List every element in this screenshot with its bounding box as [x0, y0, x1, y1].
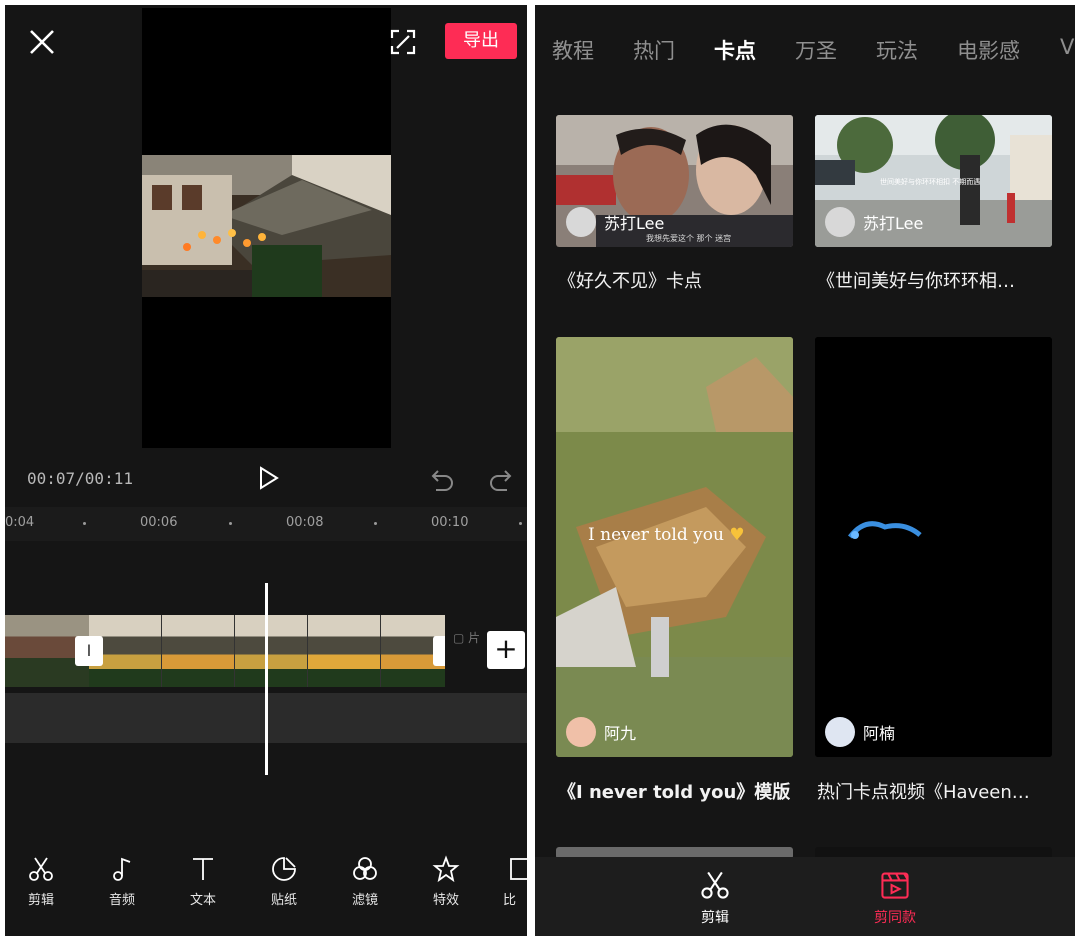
bottom-nav: 剪辑 剪同款 [535, 857, 1075, 936]
clip-trim-handle-left[interactable]: I [75, 636, 103, 666]
undo-icon[interactable] [430, 467, 456, 491]
tool-sticker[interactable]: 贴纸 [254, 855, 314, 908]
clip-trim-handle-right[interactable]: I [433, 636, 445, 666]
redo-icon[interactable] [487, 467, 513, 491]
author-avatar [825, 717, 855, 747]
tab-beat-sync[interactable]: 卡点 [714, 35, 756, 65]
tool-label: 特效 [432, 893, 459, 908]
tool-audio[interactable]: 音频 [92, 855, 152, 908]
play-icon[interactable] [255, 465, 281, 491]
tool-text[interactable]: 文本 [173, 855, 233, 908]
template-title[interactable]: 热门卡点视频《Haveen… [817, 778, 1049, 804]
video-caption: 我想先爱这个 那个 迷宫 [646, 234, 732, 243]
nav-templates[interactable]: 剪同款 [850, 869, 940, 927]
video-editor-panel: 导出 00:07/00:11 0:04 00:06 00:08 00:10 I … [5, 5, 527, 936]
author-name: 阿楠 [863, 724, 896, 743]
export-button[interactable]: 导出 [445, 23, 517, 59]
author-avatar [566, 717, 596, 747]
tool-ratio[interactable]: 比 [495, 855, 527, 908]
add-clip-button[interactable]: + [487, 631, 525, 669]
author-avatar [566, 207, 596, 237]
ruler-tick: 00:10 [431, 515, 469, 530]
category-tabs: 教程 热门 卡点 万圣 玩法 电影感 V [535, 35, 1075, 75]
template-title[interactable]: 《I never told you》模版 [558, 778, 790, 804]
sticker-icon [272, 857, 296, 881]
tool-label: 音频 [108, 893, 135, 908]
tab-cinematic[interactable]: 电影感 [957, 35, 1020, 65]
template-card[interactable]: I never told you ♥ 阿九 [556, 337, 793, 757]
clapperboard-icon [881, 872, 909, 899]
tool-filter[interactable]: 滤镜 [335, 855, 395, 908]
video-caption: 世间美好与你环环相扣 不期而遇 [880, 178, 981, 186]
card-author: 苏打Lee [825, 207, 923, 237]
ruler-tick: 0:04 [5, 515, 35, 530]
end-clip-icon: ▢ [453, 631, 465, 645]
tab-halloween[interactable]: 万圣 [795, 35, 837, 65]
tab-tutorial[interactable]: 教程 [552, 35, 594, 65]
author-name: 阿九 [604, 724, 637, 743]
close-icon[interactable] [27, 27, 57, 57]
clip-thumbnail [235, 615, 307, 687]
template-card[interactable]: 苏打Lee 世间美好与你环环相扣 不期而遇 [815, 115, 1052, 247]
tab-hot[interactable]: 热门 [633, 35, 675, 65]
template-title[interactable]: 《好久不见》卡点 [558, 267, 790, 293]
tool-cut[interactable]: 剪辑 [11, 855, 71, 908]
author-name: 苏打Lee [863, 214, 924, 233]
tool-label: 剪辑 [27, 893, 54, 908]
playhead[interactable] [265, 583, 268, 775]
playback-time: 00:07/00:11 [27, 469, 133, 488]
nav-label: 剪同款 [874, 910, 916, 926]
video-overlay-text: I never told you ♥ [588, 525, 745, 545]
tool-label: 滤镜 [351, 893, 378, 908]
ruler-tick: 00:06 [140, 515, 178, 530]
tool-label: 比 [503, 893, 517, 908]
ruler-tick: 00:08 [286, 515, 324, 530]
fullscreen-icon[interactable] [388, 27, 418, 57]
video-clip-strip[interactable]: I I [5, 615, 445, 687]
preview-frame-image [142, 155, 391, 297]
scissors-icon [701, 871, 729, 899]
heart-icon: ♥ [729, 525, 745, 545]
tool-label: 文本 [189, 893, 216, 908]
clip-thumbnail [162, 615, 234, 687]
tool-label: 贴纸 [270, 893, 297, 908]
music-note-icon [113, 857, 131, 881]
nav-edit[interactable]: 剪辑 [670, 869, 760, 927]
template-title[interactable]: 《世间美好与你环环相… [817, 267, 1049, 293]
end-clip-label: ▢ 片 [453, 631, 481, 645]
text-icon [193, 858, 213, 880]
nav-label: 剪辑 [701, 910, 729, 926]
card-author: 阿九 [566, 717, 636, 747]
tab-v[interactable]: V [1060, 35, 1074, 59]
scissors-icon [29, 857, 53, 881]
clip-thumbnail [308, 615, 380, 687]
author-avatar [825, 207, 855, 237]
tool-effects[interactable]: 特效 [416, 855, 476, 908]
card-author: 阿楠 [825, 717, 895, 747]
timeline-ruler[interactable]: 0:04 00:06 00:08 00:10 [5, 507, 527, 541]
author-name: 苏打Lee [604, 214, 665, 233]
template-card[interactable]: 苏打Lee 我想先爱这个 那个 迷宫 [556, 115, 793, 247]
ratio-icon [510, 858, 527, 880]
templates-panel: 教程 热门 卡点 万圣 玩法 电影感 V 苏打Lee 我想先爱这个 那个 迷宫 … [535, 5, 1075, 936]
template-card[interactable]: 阿楠 [815, 337, 1052, 757]
filter-icon [353, 857, 377, 880]
effects-star-icon [432, 855, 460, 883]
tab-gameplay[interactable]: 玩法 [876, 35, 918, 65]
